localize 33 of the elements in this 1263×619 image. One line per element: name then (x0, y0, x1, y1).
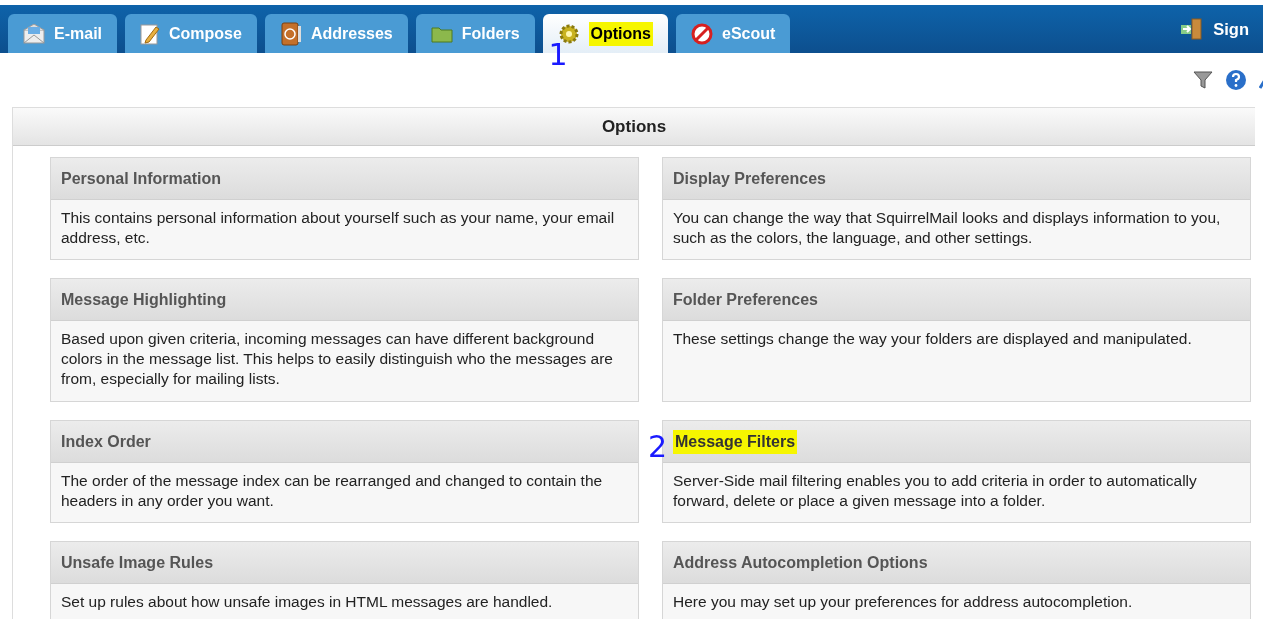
handwritten-number: 2 (648, 432, 668, 462)
notepad-pencil-icon (140, 22, 160, 45)
option-description: These settings change the way your folders are displayed and manipulated. (672, 329, 1193, 349)
option-link[interactable]: Folder Preferences (673, 287, 818, 312)
option-description: Here you may set up your preferences for address autocompletion. (672, 592, 1134, 612)
nav-tab[interactable]: Compose (125, 14, 257, 53)
option-link[interactable]: Personal Information (61, 166, 222, 191)
option-description: This contains personal information about yourself such as your name, your email address, etc. (60, 208, 616, 248)
option-description: Set up rules about how unsafe images in HTML messages are handled. (60, 592, 554, 612)
option-description: Based upon given criteria, incoming messages can have different background colors in the message list. This helps to easily distinguish who the messages are from, especially for mailing lists. (60, 329, 614, 389)
option-link[interactable]: Unsafe Image Rules (61, 550, 214, 575)
sign-out-link[interactable]: Sign (1181, 17, 1249, 42)
option-description: Server-Side mail filtering enables you to add criteria in order to automatically forward, delete or place a given message into a folder. (672, 471, 1198, 511)
option-link[interactable]: Message Highlighting (61, 287, 227, 312)
nav-tab[interactable]: Folders (415, 14, 535, 53)
gear-icon (557, 22, 580, 45)
nav-tab[interactable]: eScout (676, 14, 791, 53)
option-link[interactable]: Message Filters (673, 429, 798, 454)
nav-tab[interactable]: E-mail (8, 14, 117, 53)
option-link[interactable]: Display Preferences (673, 166, 826, 191)
option-link[interactable]: Address Autocompletion Options (673, 550, 928, 575)
filter-icon[interactable] (1193, 70, 1213, 90)
folder-icon (430, 24, 453, 43)
option-description: The order of the message index can be rearranged and changed to contain the headers in any order you want. (60, 471, 604, 511)
option-link[interactable]: Index Order (61, 429, 151, 454)
panel-title: Options (13, 108, 1255, 146)
help-icon[interactable] (1225, 69, 1247, 91)
envelope-icon (23, 23, 45, 44)
door-exit-icon (1181, 18, 1204, 41)
no-entry-icon (691, 22, 713, 45)
address-book-icon (279, 21, 302, 46)
nav-tab[interactable]: Addresses (264, 14, 408, 53)
option-description: You can change the way that SquirrelMail looks and displays information to you, such as the colors, the language, and other settings. (672, 208, 1222, 248)
